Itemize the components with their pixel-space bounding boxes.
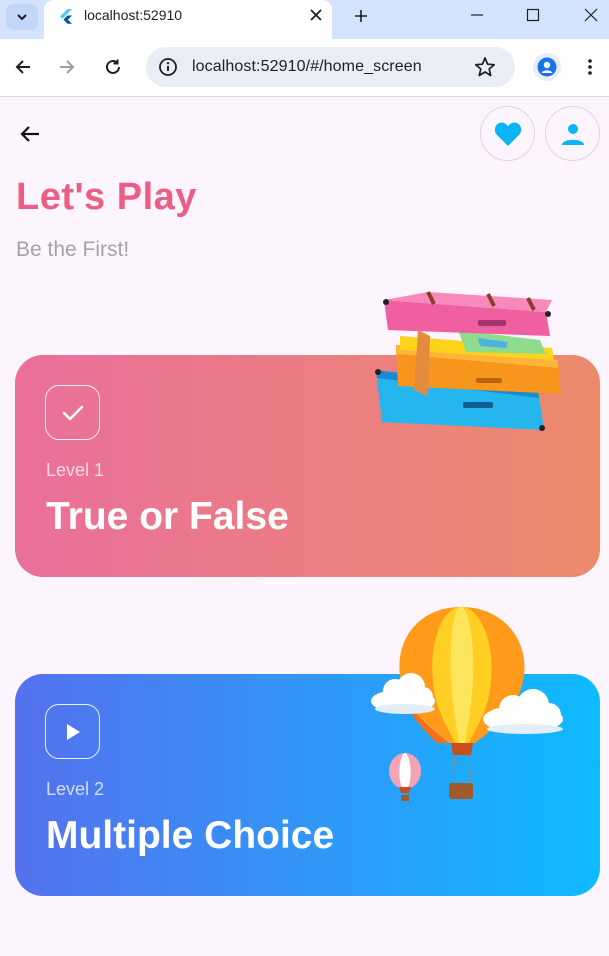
- level-title: Multiple Choice: [46, 814, 335, 857]
- flutter-icon: [60, 9, 72, 24]
- level-label: Level 1: [46, 460, 105, 480]
- chevron-down-icon: [17, 14, 27, 21]
- new-tab-button[interactable]: [350, 5, 372, 27]
- favorites-button[interactable]: [480, 106, 535, 161]
- url-text: localhost:52910/#/home_screen: [192, 58, 422, 75]
- browser-menu-button[interactable]: [578, 55, 602, 79]
- tab-title: localhost:52910: [84, 7, 183, 23]
- maximize-icon: [526, 8, 540, 22]
- forward-nav-button[interactable]: [55, 55, 79, 79]
- close-icon: [584, 8, 598, 22]
- level-icon-box: [45, 385, 100, 440]
- suitcases-illustration: [375, 291, 561, 431]
- minimize-button[interactable]: [464, 4, 490, 26]
- bookmark-star-icon[interactable]: [474, 56, 496, 78]
- browser-tab[interactable]: localhost:52910: [44, 0, 332, 39]
- tab-close-button[interactable]: [306, 5, 326, 25]
- plus-icon: [355, 10, 367, 22]
- window-close-button[interactable]: [578, 4, 604, 26]
- close-icon: [310, 9, 322, 21]
- browser-tab-bar: localhost:52910: [0, 0, 609, 39]
- page-subtitle: Be the First!: [16, 238, 130, 261]
- page-title: Let's Play: [16, 176, 197, 218]
- address-bar[interactable]: localhost:52910/#/home_screen: [146, 47, 515, 87]
- arrow-right-icon: [60, 60, 75, 74]
- avatar-icon: [537, 57, 557, 77]
- person-icon: [561, 123, 584, 145]
- level-label: Level 2: [46, 779, 105, 799]
- profile-screen-button[interactable]: [545, 106, 600, 161]
- arrow-back-icon: [20, 126, 39, 142]
- reload-button[interactable]: [101, 55, 125, 79]
- reload-icon: [106, 59, 120, 74]
- play-icon: [66, 723, 80, 740]
- back-button[interactable]: [14, 118, 46, 150]
- level-title: True or False: [46, 495, 289, 538]
- tab-search-button[interactable]: [6, 4, 38, 30]
- level-icon-box: [45, 704, 100, 759]
- hot-air-balloon-illustration: [371, 607, 563, 801]
- browser-toolbar: localhost:52910/#/home_screen: [0, 39, 609, 97]
- back-nav-button[interactable]: [11, 55, 35, 79]
- minimize-icon: [471, 14, 483, 16]
- info-icon: [159, 58, 177, 76]
- heart-icon: [494, 122, 521, 146]
- arrow-left-icon: [15, 60, 30, 74]
- check-icon: [62, 405, 83, 420]
- profile-button[interactable]: [533, 53, 561, 81]
- maximize-button[interactable]: [520, 4, 546, 26]
- more-vert-icon: [588, 59, 592, 75]
